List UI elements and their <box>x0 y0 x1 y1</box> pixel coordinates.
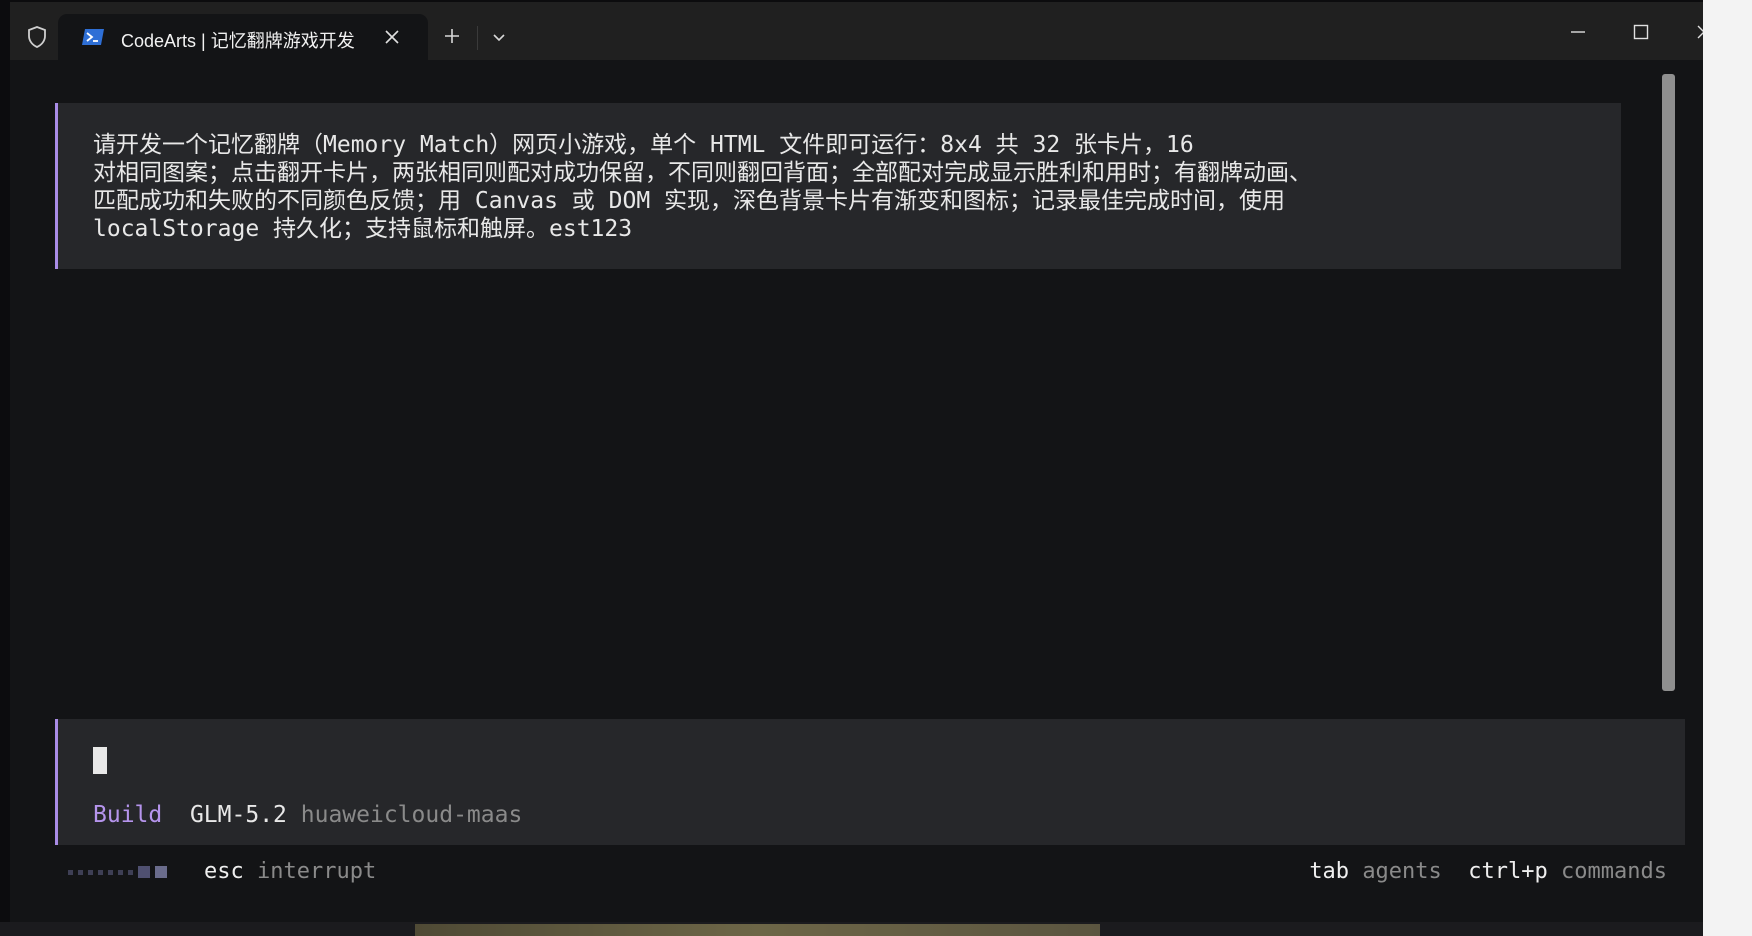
desktop-background-fragment <box>415 924 1100 936</box>
shortcut-hints: tab agents ctrl+p commands <box>1309 854 1667 890</box>
prompt-line: 请开发一个记忆翻牌（Memory Match）网页小游戏，单个 HTML 文件即… <box>93 132 1194 158</box>
desktop-right-edge <box>1703 0 1752 936</box>
powershell-icon <box>82 29 104 45</box>
minimize-icon[interactable] <box>1558 16 1598 48</box>
window-close-icon[interactable] <box>1684 16 1703 48</box>
interrupt-hint: esc interrupt <box>204 854 376 890</box>
text-cursor <box>93 747 107 774</box>
interrupt-label: interrupt <box>257 859 377 884</box>
footer-bar: esc interrupt tab agents ctrl+p commands <box>10 854 1703 890</box>
mode-label: Build <box>93 802 163 828</box>
chevron-down-icon[interactable] <box>485 24 513 52</box>
tab-separator <box>477 26 478 50</box>
scrollbar-thumb[interactable] <box>1662 74 1675 691</box>
tab-title: CodeArts | 记忆翻牌游戏开发 <box>121 31 355 51</box>
tab-codearts[interactable]: CodeArts | 记忆翻牌游戏开发 <box>58 14 428 60</box>
plus-icon[interactable] <box>438 22 466 50</box>
agent-status-line: Build GLM-5.2 huaweicloud-maas <box>93 801 522 829</box>
esc-key: esc <box>204 859 244 884</box>
user-prompt-block: 请开发一个记忆翻牌（Memory Match）网页小游戏，单个 HTML 文件即… <box>55 103 1621 269</box>
prompt-line: 匹配成功和失败的不同颜色反馈；用 Canvas 或 DOM 实现，深色背景卡片有… <box>93 188 1286 214</box>
prompt-line: localStorage 持久化；支持鼠标和触屏。est123 <box>93 216 633 242</box>
commands-label: commands <box>1561 859 1667 884</box>
model-label: GLM-5.2 <box>189 802 287 828</box>
loading-spinner-icon <box>68 866 167 878</box>
provider-label: huaweicloud-maas <box>300 802 523 828</box>
tab-key: tab <box>1309 859 1350 884</box>
prompt-line: 对相同图案；点击翻开卡片，两张相同则配对成功保留，不同则翻回背面；全部配对完成显… <box>93 160 1312 186</box>
close-icon[interactable] <box>378 23 406 51</box>
user-prompt-text: 请开发一个记忆翻牌（Memory Match）网页小游戏，单个 HTML 文件即… <box>93 131 1593 243</box>
maximize-icon[interactable] <box>1621 16 1661 48</box>
terminal-window: CodeArts | 记忆翻牌游戏开发 请开发一个记忆翻牌（Memory Mat… <box>10 2 1703 926</box>
input-box[interactable]: Build GLM-5.2 huaweicloud-maas <box>55 719 1685 845</box>
title-bar: CodeArts | 记忆翻牌游戏开发 <box>10 2 1703 60</box>
ctrl-p-key: ctrl+p <box>1468 859 1548 884</box>
input-accent-bar <box>55 719 58 845</box>
prompt-accent-bar <box>55 103 58 269</box>
shield-icon <box>24 24 50 50</box>
agents-label: agents <box>1362 859 1442 884</box>
